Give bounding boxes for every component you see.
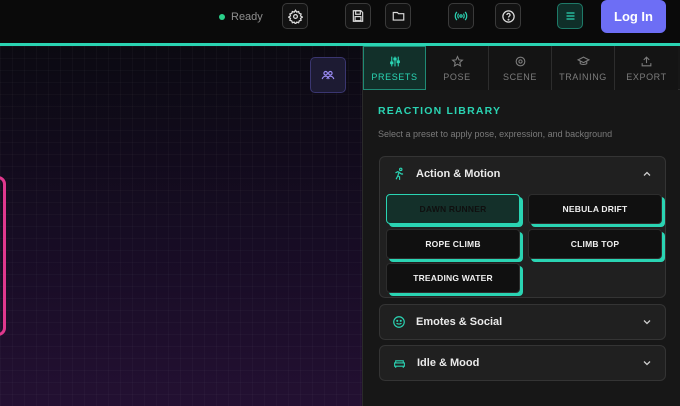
settings-button[interactable] [282, 3, 308, 29]
chevron-down-icon[interactable] [641, 357, 653, 369]
preset-rope-climb[interactable]: ROPE CLIMB [386, 229, 520, 259]
graduation-cap-icon [576, 56, 590, 65]
preset-dawn-runner[interactable]: DAWN RUNNER [386, 194, 520, 224]
smile-icon [392, 315, 406, 329]
star-icon [450, 54, 464, 67]
menu-icon [566, 12, 574, 20]
section-title: Action & Motion [416, 168, 501, 180]
status-text: Ready [231, 11, 263, 23]
broadcast-button[interactable] [448, 3, 474, 29]
help-icon [501, 9, 515, 23]
gear-icon [287, 8, 303, 24]
save-icon [352, 10, 364, 22]
preset-climb-top[interactable]: CLIMB TOP [528, 229, 662, 259]
broadcast-icon [454, 11, 468, 21]
help-button[interactable] [495, 3, 521, 29]
group-button[interactable] [310, 57, 346, 93]
panel-tabs: PRESETS POSE SCENE TRAINING EXPORT [363, 46, 680, 90]
chevron-down-icon[interactable] [641, 316, 653, 328]
section-idle-mood[interactable]: Idle & Mood [379, 345, 666, 381]
gear-icon [515, 56, 525, 66]
sliders-icon [389, 56, 400, 66]
running-icon [392, 167, 406, 181]
open-button[interactable] [385, 3, 411, 29]
section-title: Idle & Mood [417, 357, 480, 369]
preset-nebula-drift[interactable]: NEBULA DRIFT [528, 194, 662, 224]
status-dot [219, 14, 225, 20]
library-title: REACTION LIBRARY [378, 105, 502, 117]
section-header[interactable]: Action & Motion [380, 157, 665, 191]
top-bar: Ready Log In [0, 0, 680, 43]
section-emotes-social[interactable]: Emotes & Social [379, 304, 666, 340]
tab-label: POSE [443, 71, 471, 82]
group-icon [321, 70, 335, 80]
section-header[interactable]: Idle & Mood [380, 346, 665, 380]
chevron-up-icon[interactable] [641, 168, 653, 180]
preset-treading-water[interactable]: TREADING WATER [386, 263, 520, 293]
canvas-grid [0, 46, 362, 406]
right-panel: PRESETS POSE SCENE TRAINING EXPORT REACT… [362, 46, 680, 406]
tab-pose[interactable]: POSE [426, 46, 489, 90]
section-header[interactable]: Emotes & Social [380, 305, 665, 339]
section-title: Emotes & Social [416, 316, 503, 328]
library-subtitle: Select a preset to apply pose, expressio… [378, 129, 613, 139]
tab-export[interactable]: EXPORT [615, 46, 678, 90]
save-button[interactable] [345, 3, 371, 29]
preview-canvas[interactable] [0, 46, 362, 406]
tab-label: SCENE [502, 71, 537, 82]
folder-icon [392, 11, 404, 21]
character-outline [0, 176, 6, 336]
couch-icon [392, 357, 407, 370]
tab-training[interactable]: TRAINING [552, 46, 615, 90]
tab-scene[interactable]: SCENE [489, 46, 552, 90]
tab-label: TRAINING [559, 71, 607, 82]
menu-button[interactable] [557, 3, 583, 29]
section-action-motion: Action & Motion DAWN RUNNER NEBULA DRIFT… [379, 156, 666, 298]
tab-label: PRESETS [371, 71, 418, 82]
upload-icon [641, 55, 652, 66]
status-indicator: Ready [219, 9, 263, 25]
tab-presets[interactable]: PRESETS [363, 46, 426, 90]
tab-label: EXPORT [626, 71, 667, 82]
login-button[interactable]: Log In [601, 0, 666, 33]
